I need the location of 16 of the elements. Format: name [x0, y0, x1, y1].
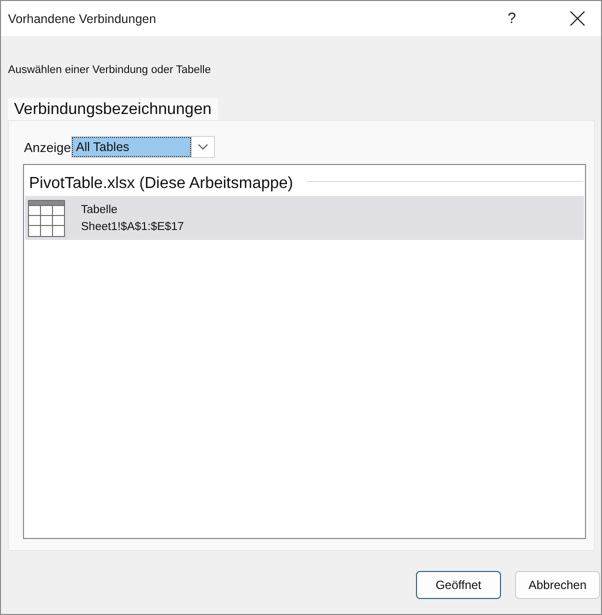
instruction-text: Auswählen einer Verbindung oder Tabelle	[8, 64, 211, 76]
window-title: Vorhandene Verbindungen	[8, 12, 158, 26]
help-button[interactable]: ?	[502, 4, 522, 32]
table-icon	[28, 200, 65, 236]
chevron-down-icon	[198, 144, 208, 150]
dropdown-value: All Tables	[72, 137, 191, 157]
item-name: Tabelle	[81, 204, 118, 216]
dialog-button[interactable]: Abbrechen	[515, 571, 600, 599]
show-label: Anzeige	[24, 140, 71, 154]
group-header: PivotTable.xlsx (Diese Arbeitsmappe)	[29, 175, 294, 193]
item-range: Sheet1!$A$1:$E$17	[81, 220, 184, 232]
tab[interactable]: Verbindungsbezeichnungen	[8, 98, 218, 120]
close-icon	[570, 11, 584, 26]
show-dropdown[interactable]: All Tables	[71, 136, 215, 158]
dialog-button[interactable]: Geöffnet	[416, 571, 501, 599]
table-list-item[interactable]: Tabelle Sheet1!$A$1:$E$17	[25, 196, 584, 240]
